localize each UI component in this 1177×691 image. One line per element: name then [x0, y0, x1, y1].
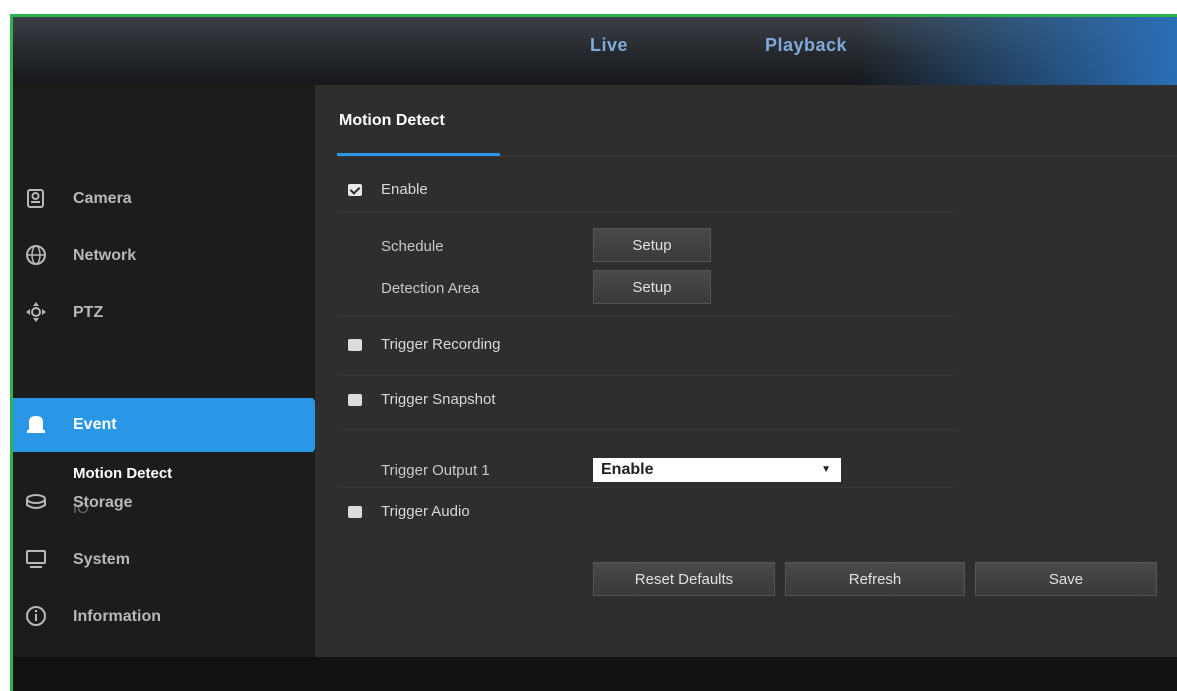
information-icon: [25, 605, 47, 627]
save-button[interactable]: Save: [975, 562, 1157, 596]
sidebar-item-event[interactable]: Event: [13, 402, 315, 448]
system-icon: [25, 548, 47, 570]
chevron-down-icon: ▼: [821, 464, 831, 475]
app-window: Live Playback Camera Network PTZ Event M…: [10, 14, 1177, 691]
sidebar-item-label: Event: [73, 416, 117, 433]
row-divider: [337, 487, 957, 488]
camera-icon: [25, 187, 47, 209]
enable-label: Enable: [381, 181, 428, 198]
schedule-setup-button[interactable]: Setup: [593, 228, 711, 262]
trigger-output-value: Enable: [601, 461, 654, 478]
sidebar-item-label: PTZ: [73, 304, 104, 321]
sidebar: Camera Network PTZ Event Motion Detect I…: [13, 85, 329, 657]
network-icon: [25, 244, 47, 266]
trigger-audio-checkbox[interactable]: [348, 506, 362, 518]
nav-live[interactable]: Live: [590, 35, 628, 56]
bottom-bar: [13, 657, 1177, 691]
trigger-snapshot-checkbox[interactable]: [348, 394, 362, 406]
detection-area-setup-button[interactable]: Setup: [593, 270, 711, 304]
tab-divider: [337, 156, 1177, 157]
sidebar-item-camera[interactable]: Camera: [13, 176, 315, 222]
sidebar-item-information[interactable]: Information: [13, 594, 315, 640]
trigger-audio-label: Trigger Audio: [381, 503, 470, 520]
schedule-label: Schedule: [381, 238, 444, 255]
sidebar-item-label: Information: [73, 608, 161, 625]
row-divider: [337, 429, 957, 430]
nav-playback[interactable]: Playback: [765, 35, 847, 56]
enable-checkbox[interactable]: [348, 184, 362, 196]
row-divider: [337, 375, 957, 376]
trigger-snapshot-label: Trigger Snapshot: [381, 391, 496, 408]
refresh-button[interactable]: Refresh: [785, 562, 965, 596]
row-divider: [337, 211, 957, 212]
sidebar-item-storage[interactable]: Storage: [13, 480, 315, 526]
trigger-recording-checkbox[interactable]: [348, 339, 362, 351]
trigger-recording-label: Trigger Recording: [381, 336, 501, 353]
ptz-icon: [25, 301, 47, 323]
event-icon: [25, 413, 47, 435]
reset-defaults-button[interactable]: Reset Defaults: [593, 562, 775, 596]
main-panel: Motion Detect Enable Schedule Setup Dete…: [315, 85, 1177, 657]
row-divider: [337, 315, 957, 316]
sidebar-item-label: System: [73, 551, 130, 568]
sidebar-item-label: Network: [73, 247, 137, 264]
trigger-output-label: Trigger Output 1: [381, 462, 490, 479]
storage-icon: [25, 491, 47, 513]
sidebar-item-system[interactable]: System: [13, 537, 315, 583]
sidebar-item-label: Storage: [73, 494, 133, 511]
detection-area-label: Detection Area: [381, 280, 480, 297]
sidebar-item-label: Camera: [73, 190, 132, 207]
trigger-output-select[interactable]: Enable ▼: [593, 458, 841, 482]
topbar-accent: [857, 17, 1177, 85]
sidebar-item-network[interactable]: Network: [13, 233, 315, 279]
sidebar-item-ptz[interactable]: PTZ: [13, 290, 315, 336]
tab-motion-detect[interactable]: Motion Detect: [339, 112, 445, 130]
top-navigation-bar: Live Playback: [13, 17, 1177, 85]
